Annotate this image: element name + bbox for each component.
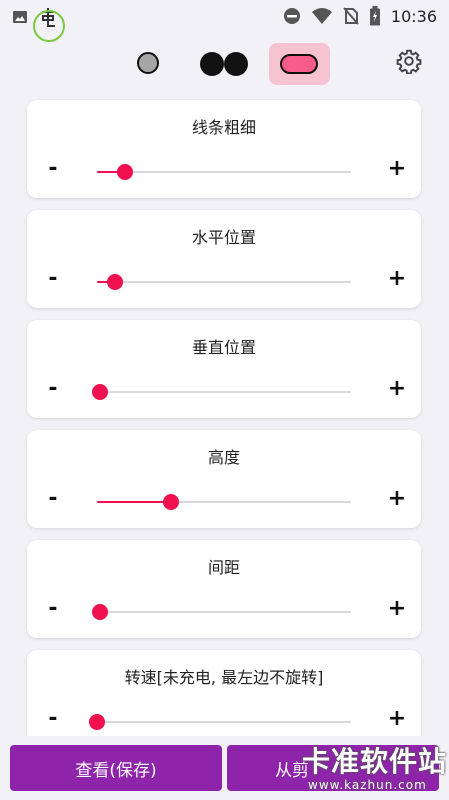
- view-save-button[interactable]: 查看(保存): [10, 745, 222, 791]
- pill-mode-icon: [280, 54, 318, 74]
- slider-label: 转速[未充电, 最左边不旋转]: [124, 668, 324, 687]
- gear-icon[interactable]: [396, 48, 422, 74]
- decrease-button[interactable]: -: [41, 268, 65, 292]
- slider-label: 高度: [207, 448, 240, 467]
- single-dot-mode-icon[interactable]: [137, 52, 159, 74]
- slider-thumb[interactable]: [91, 384, 108, 400]
- status-time: 10:36: [390, 6, 437, 26]
- decrease-button[interactable]: -: [41, 378, 65, 402]
- slider-card-vertical-position: 垂直位置 - +: [27, 320, 421, 418]
- increase-button[interactable]: +: [385, 598, 409, 622]
- slider-track[interactable]: [91, 604, 351, 620]
- slider-label: 垂直位置: [191, 338, 256, 357]
- slider-track[interactable]: [89, 714, 351, 730]
- slider-card-horizontal-position: 水平位置 - +: [27, 210, 421, 308]
- wifi-icon: [311, 8, 332, 24]
- battery-icon: [369, 6, 380, 26]
- slider-card-spacing: 间距 - +: [27, 540, 421, 638]
- slider-label: 间距: [207, 558, 240, 577]
- slider-card-line-width: 线条粗细 - +: [27, 100, 421, 198]
- increase-button[interactable]: +: [385, 378, 409, 402]
- decrease-button[interactable]: -: [41, 488, 65, 512]
- status-bar: 10:36: [0, 0, 449, 42]
- decrease-button[interactable]: -: [41, 158, 65, 182]
- slider-thumb[interactable]: [91, 604, 108, 620]
- increase-button[interactable]: +: [385, 708, 409, 732]
- touch-indicator: [33, 10, 65, 42]
- increase-button[interactable]: +: [385, 488, 409, 512]
- increase-button[interactable]: +: [385, 268, 409, 292]
- slider-thumb[interactable]: [89, 714, 105, 730]
- slider-thumb[interactable]: [162, 494, 179, 510]
- watermark-url: www.kazhun.com: [308, 778, 427, 792]
- do-not-disturb-icon: [283, 8, 300, 24]
- decrease-button[interactable]: -: [41, 598, 65, 622]
- watermark: 卡准软件站 www.kazhun.com: [300, 740, 449, 796]
- slider-fill: [97, 501, 171, 503]
- mode-toolbar: [0, 40, 449, 88]
- slider-thumb[interactable]: [116, 164, 133, 180]
- slider-track[interactable]: [97, 274, 351, 290]
- double-dot-mode-icon[interactable]: [200, 52, 250, 76]
- no-sim-icon: [343, 7, 359, 25]
- slider-track[interactable]: [91, 384, 351, 400]
- slider-track[interactable]: [97, 164, 351, 180]
- slider-label: 水平位置: [191, 228, 256, 247]
- image-icon: [13, 11, 27, 23]
- pill-mode-button[interactable]: [269, 43, 330, 85]
- slider-card-height: 高度 - +: [27, 430, 421, 528]
- decrease-button[interactable]: -: [41, 708, 65, 732]
- watermark-title: 卡准软件站: [302, 745, 448, 778]
- slider-track[interactable]: [97, 494, 351, 510]
- slider-label: 线条粗细: [191, 118, 256, 137]
- slider-thumb[interactable]: [106, 274, 123, 290]
- increase-button[interactable]: +: [385, 158, 409, 182]
- slider-card-rotation-speed: 转速[未充电, 最左边不旋转] - +: [27, 650, 421, 748]
